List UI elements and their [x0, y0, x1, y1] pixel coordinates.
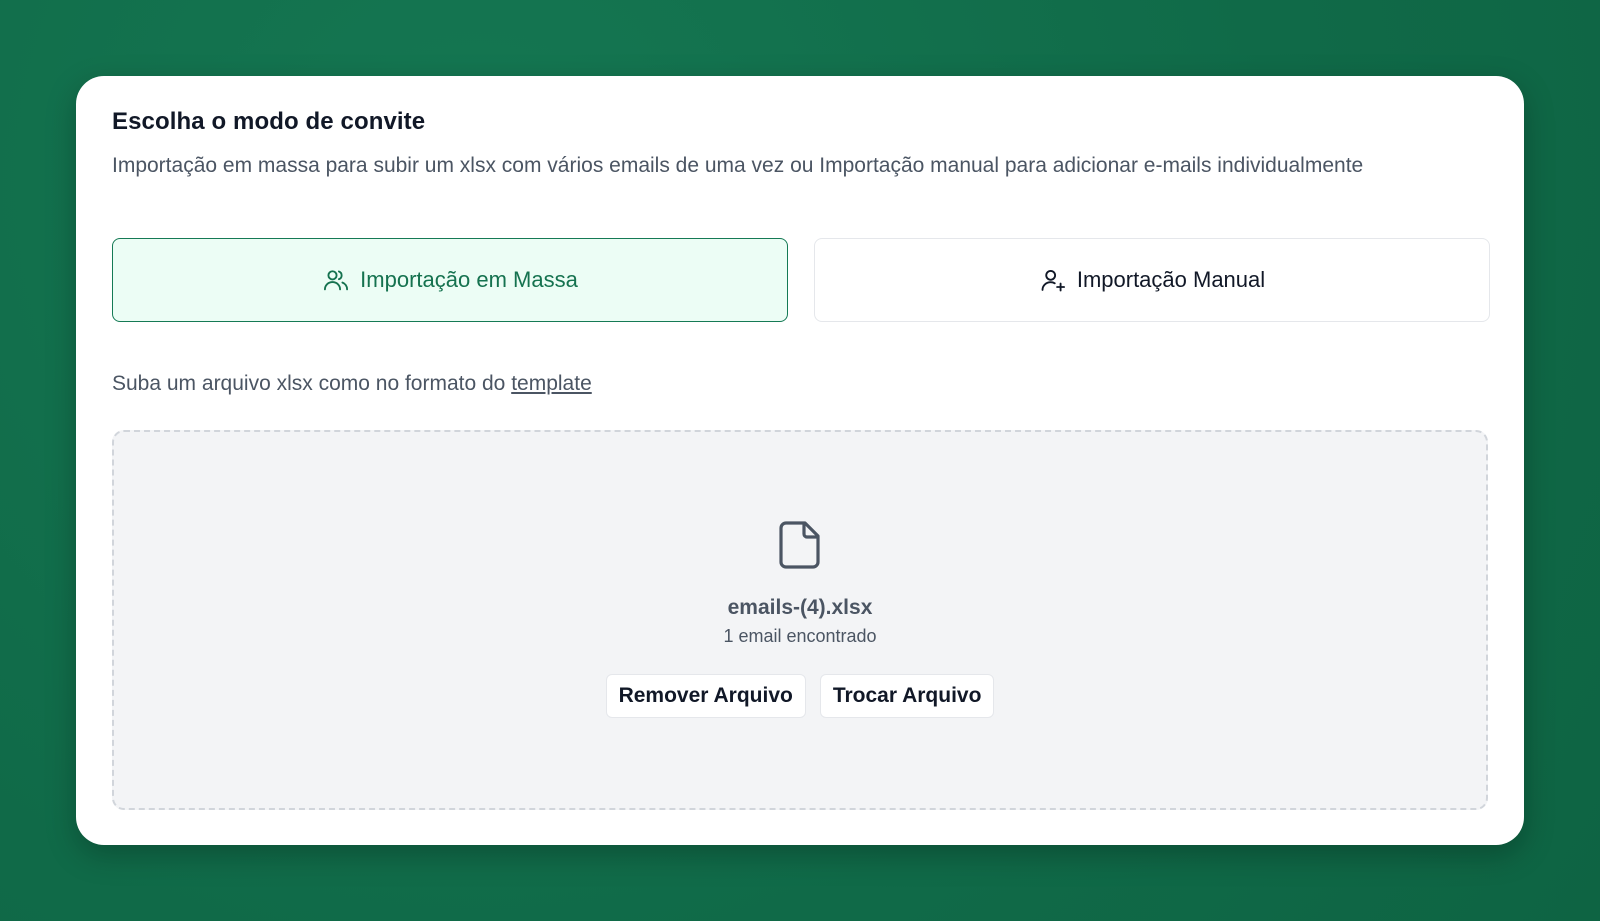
remove-file-button[interactable]: Remover Arquivo: [605, 674, 806, 718]
upload-hint: Suba um arquivo xlsx como no formato do …: [112, 372, 592, 396]
manual-import-label: Importação Manual: [1076, 267, 1266, 292]
replace-file-button[interactable]: Trocar Arquivo: [819, 674, 995, 718]
card-title: Escolha o modo de convite: [112, 108, 426, 135]
template-link[interactable]: template: [511, 372, 592, 395]
users-icon: [322, 266, 350, 294]
card-subtitle: Importação em massa para subir um xlsx c…: [112, 154, 1364, 177]
file-dropzone[interactable]: emails-(4).xlsx 1 email encontrado Remov…: [112, 430, 1488, 810]
mass-import-button[interactable]: Importação em Massa: [112, 238, 788, 322]
user-plus-icon: [1039, 266, 1067, 294]
file-actions: Remover Arquivo Trocar Arquivo: [114, 674, 1486, 718]
invite-mode-card: Escolha o modo de convite Importação em …: [76, 76, 1524, 845]
upload-hint-text: Suba um arquivo xlsx como no formato do: [112, 372, 512, 395]
mass-import-label: Importação em Massa: [360, 267, 578, 292]
email-count: 1 email encontrado: [723, 626, 877, 646]
file-name: emails-(4).xlsx: [727, 596, 873, 619]
file-icon: [778, 520, 822, 570]
manual-import-button[interactable]: Importação Manual: [814, 238, 1490, 322]
